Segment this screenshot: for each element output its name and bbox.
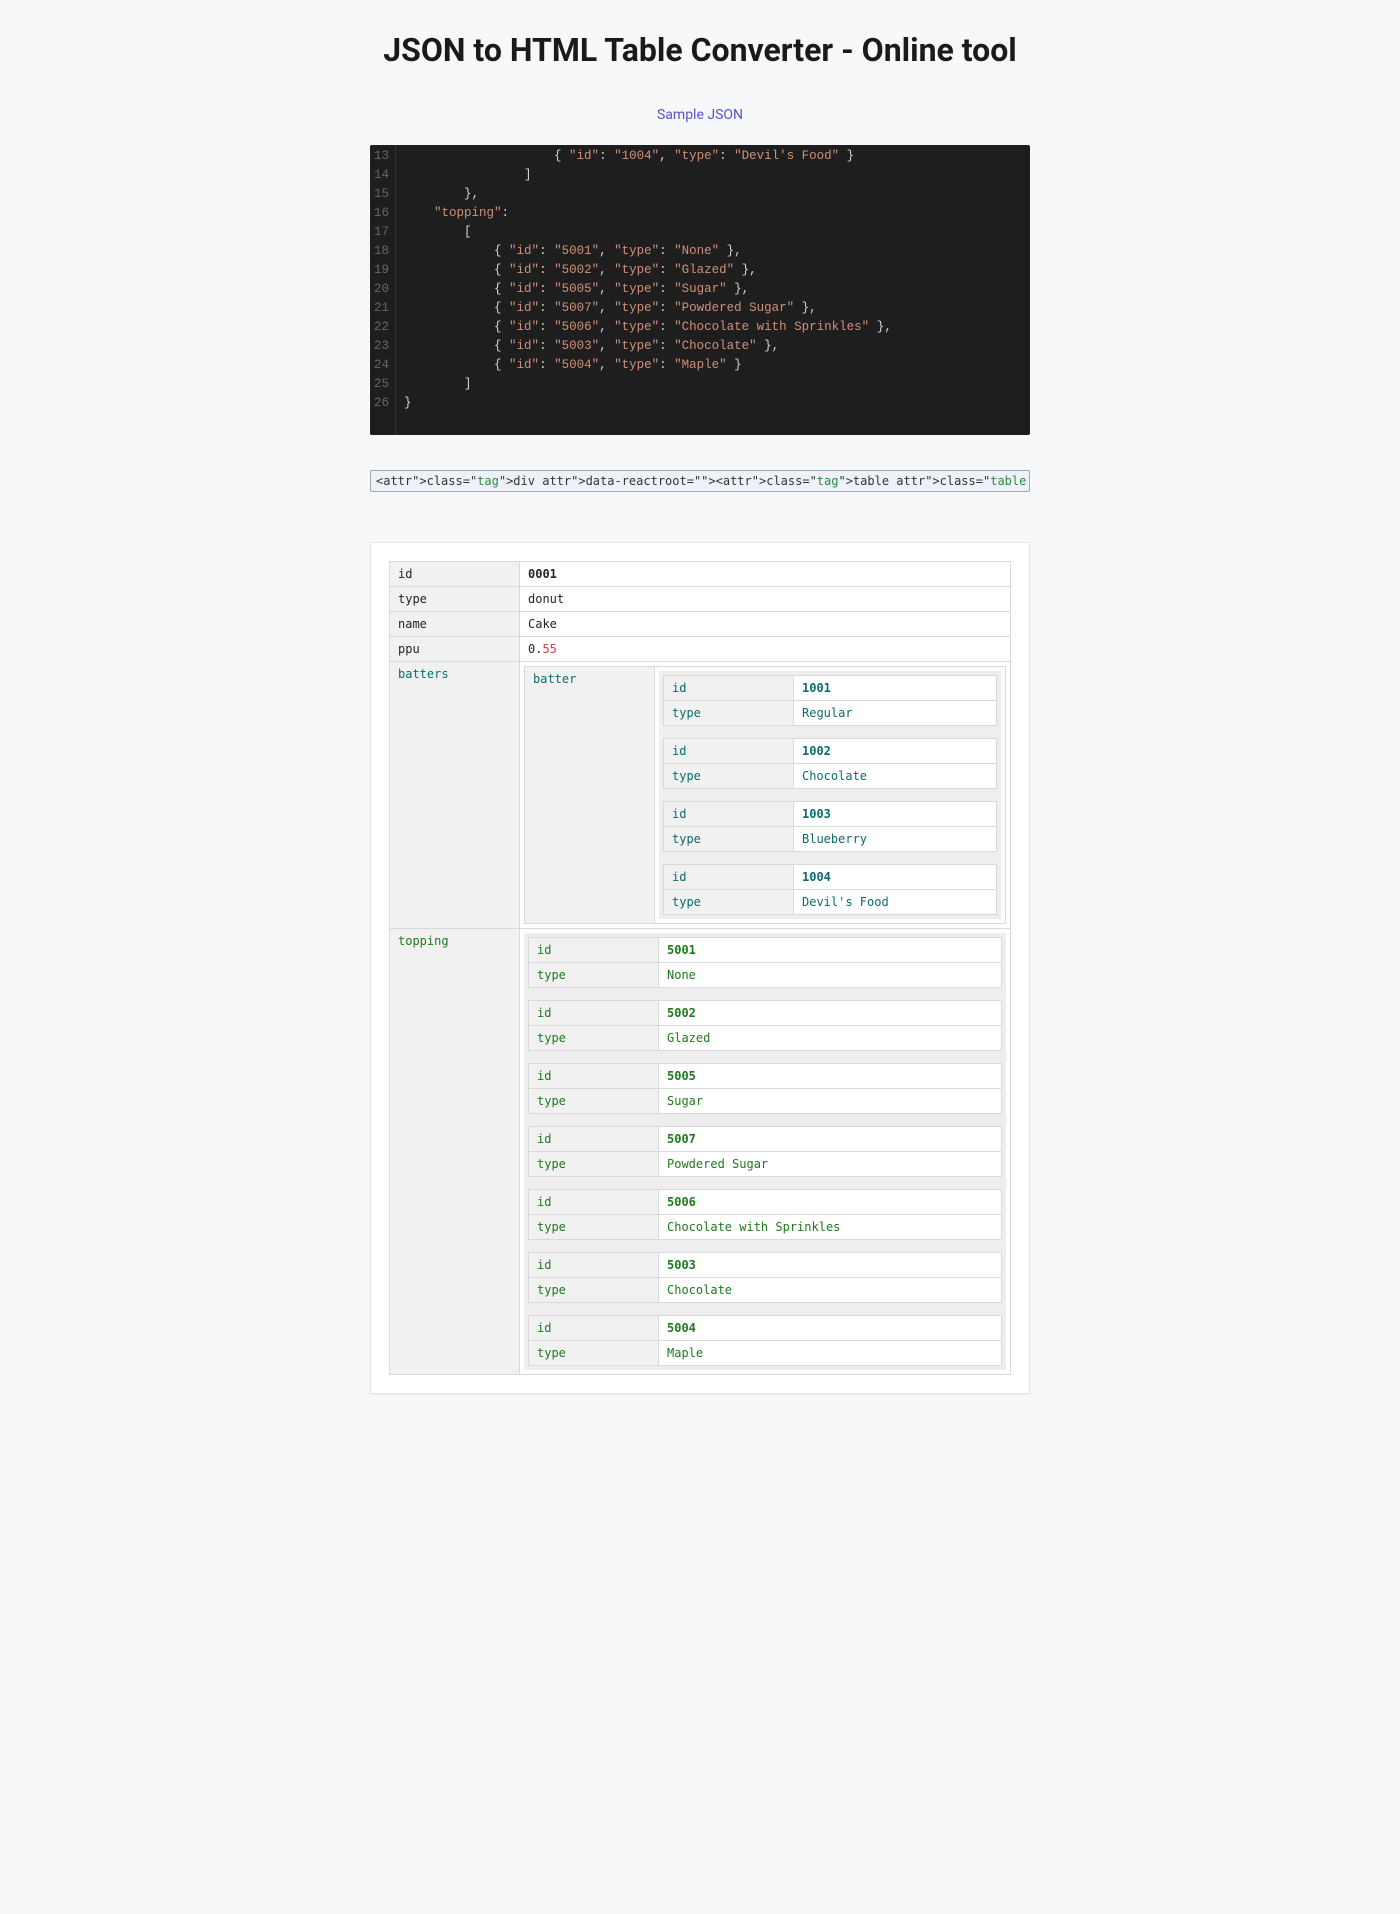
- table-row-batters: batters batter id1001typeRegularid1002ty…: [390, 661, 1011, 928]
- key-batter: batter: [525, 666, 655, 923]
- topping-list: id5001typeNoneid5002typeGlazedid5005type…: [524, 933, 1006, 1370]
- editor-code[interactable]: { "id": "1004", "type": "Devil's Food" }…: [396, 145, 1030, 435]
- table-row: name Cake: [390, 611, 1011, 636]
- page-title: JSON to HTML Table Converter - Online to…: [370, 30, 1030, 72]
- val-name: Cake: [520, 611, 1011, 636]
- key-type: type: [390, 586, 520, 611]
- json-editor[interactable]: 1314151617181920212223242526 { "id": "10…: [370, 145, 1030, 435]
- key-ppu: ppu: [390, 636, 520, 661]
- val-ppu: 0.55: [520, 636, 1011, 661]
- val-type: donut: [520, 586, 1011, 611]
- table-row-topping: topping id5001typeNoneid5002typeGlazedid…: [390, 928, 1011, 1374]
- val-id: 0001: [520, 561, 1011, 586]
- table-row: ppu 0.55: [390, 636, 1011, 661]
- batter-list: id1001typeRegularid1002typeChocolateid10…: [659, 671, 1001, 919]
- sample-json-link[interactable]: Sample JSON: [370, 107, 1030, 123]
- table-row: id 0001: [390, 561, 1011, 586]
- key-batters: batters: [390, 661, 520, 928]
- result-card: id 0001 type donut name Cake ppu 0.55 ba…: [370, 542, 1030, 1394]
- key-topping: topping: [390, 928, 520, 1374]
- table-row: type donut: [390, 586, 1011, 611]
- html-output-field[interactable]: <attr">class="tag">div attr">data-reactr…: [370, 470, 1030, 492]
- key-id: id: [390, 561, 520, 586]
- key-name: name: [390, 611, 520, 636]
- result-table: id 0001 type donut name Cake ppu 0.55 ba…: [389, 561, 1011, 1375]
- editor-gutter: 1314151617181920212223242526: [370, 145, 396, 435]
